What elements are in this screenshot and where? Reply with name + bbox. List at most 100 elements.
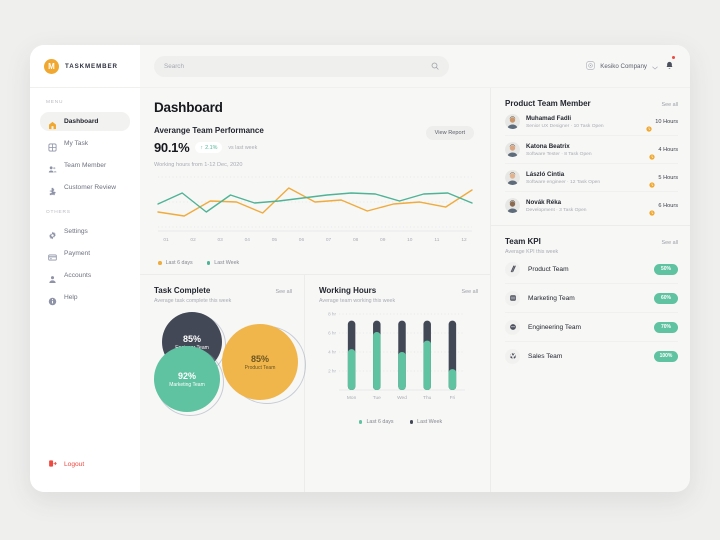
- svg-text:08: 08: [353, 237, 359, 243]
- working-hours-see-all[interactable]: See all: [462, 289, 478, 295]
- kpi-label: Engineering Team: [528, 323, 582, 331]
- sidebar-item-payment[interactable]: Payment: [40, 244, 130, 263]
- search-icon[interactable]: [431, 57, 439, 75]
- gear-icon: [48, 227, 57, 240]
- company-selector[interactable]: Kesiko Company: [586, 57, 658, 75]
- sidebar-item-settings[interactable]: Settings: [40, 222, 130, 241]
- working-hours-title: Working Hours: [319, 286, 377, 295]
- performance-subtitle: Working hours from 1-12 Dec, 2020: [154, 162, 243, 168]
- brand-logo-icon: M: [44, 58, 59, 74]
- search-box[interactable]: [154, 55, 449, 77]
- arrow-up-icon: ↑: [200, 144, 204, 151]
- svg-text:2 hr: 2 hr: [328, 369, 336, 374]
- view-report-button[interactable]: View Report: [425, 126, 474, 140]
- sidebar-item-label: Team Member: [64, 162, 107, 169]
- sidebar-item-my-task[interactable]: My Task: [40, 134, 130, 153]
- puzzle-icon: [48, 183, 57, 196]
- member-row[interactable]: László Cintia Software engineer · 12 Tas…: [505, 164, 678, 192]
- sidebar-item-label: Accounts: [64, 272, 92, 279]
- member-hours: 10 Hours: [646, 118, 678, 132]
- member-list: Muhamad Fadli Senior UX Designer · 10 Ta…: [505, 108, 678, 219]
- app-window: M TASKMEMBER MENU Dashboard My Task Team…: [30, 45, 690, 492]
- members-title: Product Team Member: [505, 99, 591, 108]
- svg-text:05: 05: [272, 237, 278, 243]
- logout-button[interactable]: Logout: [30, 454, 140, 474]
- people-icon: [48, 161, 57, 173]
- legend-label: Last Week: [417, 419, 443, 425]
- notification-button[interactable]: [665, 56, 675, 75]
- clock-icon: [649, 203, 656, 216]
- member-meta: Development · 3 Task Open: [526, 207, 587, 213]
- kpi-row[interactable]: Product Team 50%: [505, 255, 678, 284]
- bottom-row: Task Complete See all Average task compl…: [140, 275, 490, 492]
- member-hours-label: 4 Hours: [658, 146, 678, 153]
- task-complete-card: Task Complete See all Average task compl…: [140, 275, 306, 492]
- legend-dot: [206, 261, 211, 265]
- company-name: Kesiko Company: [600, 62, 647, 70]
- megaphone-icon: [505, 290, 520, 306]
- card-header: Product Team Member See all: [505, 99, 678, 108]
- sidebar-item-accounts[interactable]: Accounts: [40, 266, 130, 285]
- performance-line-chart: 01 02 03 04 05 06 07 08 09 10 11 12 Last 6 days Las…: [154, 173, 474, 266]
- logout-icon: [48, 455, 57, 473]
- legend-dot: [409, 420, 414, 424]
- sidebar-item-label: Payment: [64, 250, 91, 257]
- slash-icon: [505, 261, 520, 277]
- member-row[interactable]: Katona Beatrix Software Tester · 8 Task …: [505, 136, 678, 164]
- svg-text:03: 03: [218, 237, 224, 243]
- svg-text:10: 10: [407, 237, 413, 243]
- legend-item: Last Week: [206, 260, 239, 266]
- performance-delta-badge: ↑ 2.1%: [195, 142, 223, 153]
- kpi-label: Marketing Team: [528, 294, 575, 302]
- avatar: [505, 114, 520, 129]
- member-hours: 4 Hours: [649, 146, 678, 160]
- kpi-row[interactable]: Engineering Team 70%: [505, 313, 678, 342]
- sidebar-item-help[interactable]: Help: [40, 288, 130, 307]
- svg-text:8 hr: 8 hr: [328, 312, 336, 317]
- svg-text:6 hr: 6 hr: [328, 331, 336, 336]
- sidebar-item-label: Settings: [64, 228, 88, 235]
- bell-icon: [665, 57, 674, 74]
- task-complete-see-all[interactable]: See all: [276, 289, 292, 295]
- line-chart-svg: 01 02 03 04 05 06 07 08 09 10 11 12: [157, 176, 473, 243]
- content: Dashboard Averange Team Performance 90.1…: [140, 88, 690, 492]
- performance-metrics: 90.1% ↑ 2.1% vs last week: [154, 140, 264, 155]
- search-input[interactable]: [164, 62, 425, 70]
- circle-percent: 85%: [182, 333, 201, 344]
- brand[interactable]: M TASKMEMBER: [30, 45, 140, 88]
- kpi-row[interactable]: Sales Team 100%: [505, 342, 678, 370]
- page-title: Dashboard: [154, 100, 223, 115]
- working-hours-subtitle: Average team working this week: [319, 298, 396, 304]
- kpi-row[interactable]: Marketing Team 60%: [505, 284, 678, 313]
- gear-dark-icon: [505, 319, 520, 335]
- svg-text:Tue: Tue: [373, 395, 381, 401]
- chevron-down-icon[interactable]: [652, 57, 658, 75]
- member-hours-label: 10 Hours: [655, 118, 678, 125]
- circle-marketing-team[interactable]: 92% Marketing Team: [154, 346, 220, 412]
- circle-product-team[interactable]: 85% Product Team: [222, 324, 298, 400]
- legend-label: Last 6 days: [366, 419, 394, 425]
- svg-text:02: 02: [190, 237, 196, 243]
- member-row[interactable]: Novák Réka Development · 3 Task Open 6 H…: [505, 192, 678, 219]
- avatar: [505, 198, 520, 213]
- sidebar-item-label: Customer Review: [64, 184, 117, 191]
- sidebar-item-dashboard[interactable]: Dashboard: [40, 112, 130, 131]
- member-row[interactable]: Muhamad Fadli Senior UX Designer · 10 Ta…: [505, 108, 678, 136]
- sidebar-item-label: My Task: [64, 140, 89, 147]
- svg-text:04: 04: [245, 237, 251, 243]
- member-name: Novák Réka: [526, 198, 562, 206]
- svg-text:Fri: Fri: [450, 395, 456, 401]
- performance-header: Averange Team Performance 90.1% ↑ 2.1% v…: [154, 126, 474, 155]
- sidebar-item-customer-review[interactable]: Customer Review: [40, 178, 130, 197]
- team-kpi-title: Team KPI: [505, 237, 541, 246]
- team-kpi-see-all[interactable]: See all: [662, 240, 678, 246]
- members-see-all[interactable]: See all: [662, 102, 678, 108]
- company-badge-icon: [586, 57, 595, 75]
- svg-text:4 hr: 4 hr: [328, 350, 336, 355]
- working-hours-card: Working Hours See all Average team worki…: [305, 275, 490, 492]
- sidebar-item-team-member[interactable]: Team Member: [40, 156, 130, 175]
- clock-icon: [646, 119, 652, 132]
- circle-percent: 92%: [177, 370, 196, 381]
- performance-value: 90.1%: [154, 140, 190, 155]
- kpi-badge: 100%: [654, 350, 678, 362]
